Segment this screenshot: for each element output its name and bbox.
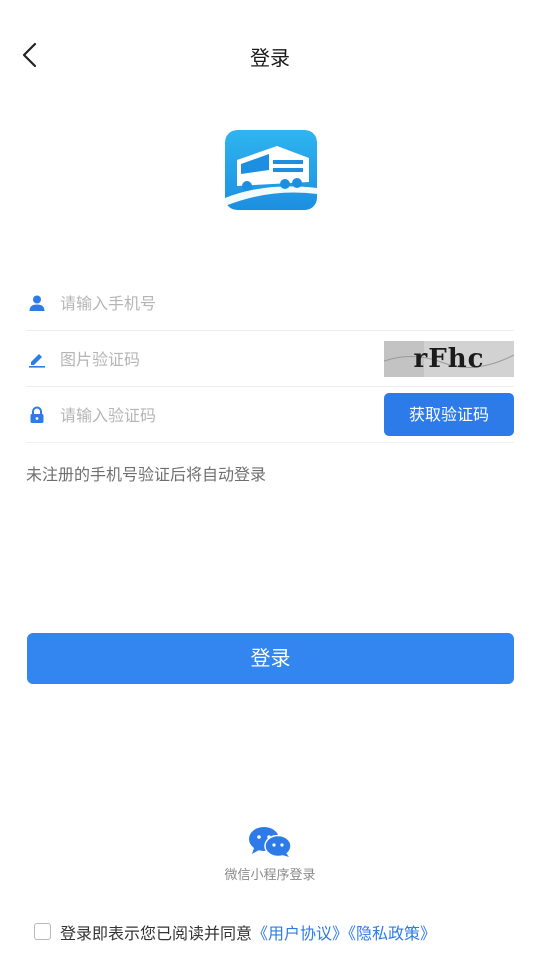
wechat-login-button[interactable]: 微信小程序登录 [200,820,340,890]
login-button[interactable]: 登录 [27,633,514,684]
truck-logo-icon [225,130,317,210]
user-agreement-link[interactable]: 《用户协议》 [252,924,348,943]
agreement-prefix: 登录即表示您已阅读并同意 [60,924,253,943]
privacy-policy-link[interactable]: 《隐私政策》 [348,924,436,943]
header: 登录 [0,0,540,110]
captcha-image[interactable]: rFhc [384,341,514,377]
user-icon [29,295,45,311]
app-logo [225,130,317,210]
agreement-row: 登录即表示您已阅读并同意《用户协议》《隐私政策》 [34,920,514,944]
page-title: 登录 [250,46,290,70]
get-code-button[interactable]: 获取验证码 [384,393,514,436]
phone-input[interactable] [60,287,360,319]
sms-code-row: 获取验证码 [26,387,514,443]
sms-code-input[interactable] [60,399,360,431]
captcha-text: rFhc [413,344,485,374]
agree-checkbox[interactable] [34,923,51,940]
phone-row [26,275,514,331]
lock-icon [30,406,44,423]
auto-register-hint: 未注册的手机号验证后将自动登录 [26,465,267,484]
agreement-text: 登录即表示您已阅读并同意《用户协议》《隐私政策》 [60,920,436,944]
image-code-row: rFhc [26,331,514,387]
image-code-input[interactable] [60,343,360,375]
pencil-icon [29,354,45,368]
wechat-login-label: 微信小程序登录 [224,868,316,883]
wechat-icon [249,827,292,858]
